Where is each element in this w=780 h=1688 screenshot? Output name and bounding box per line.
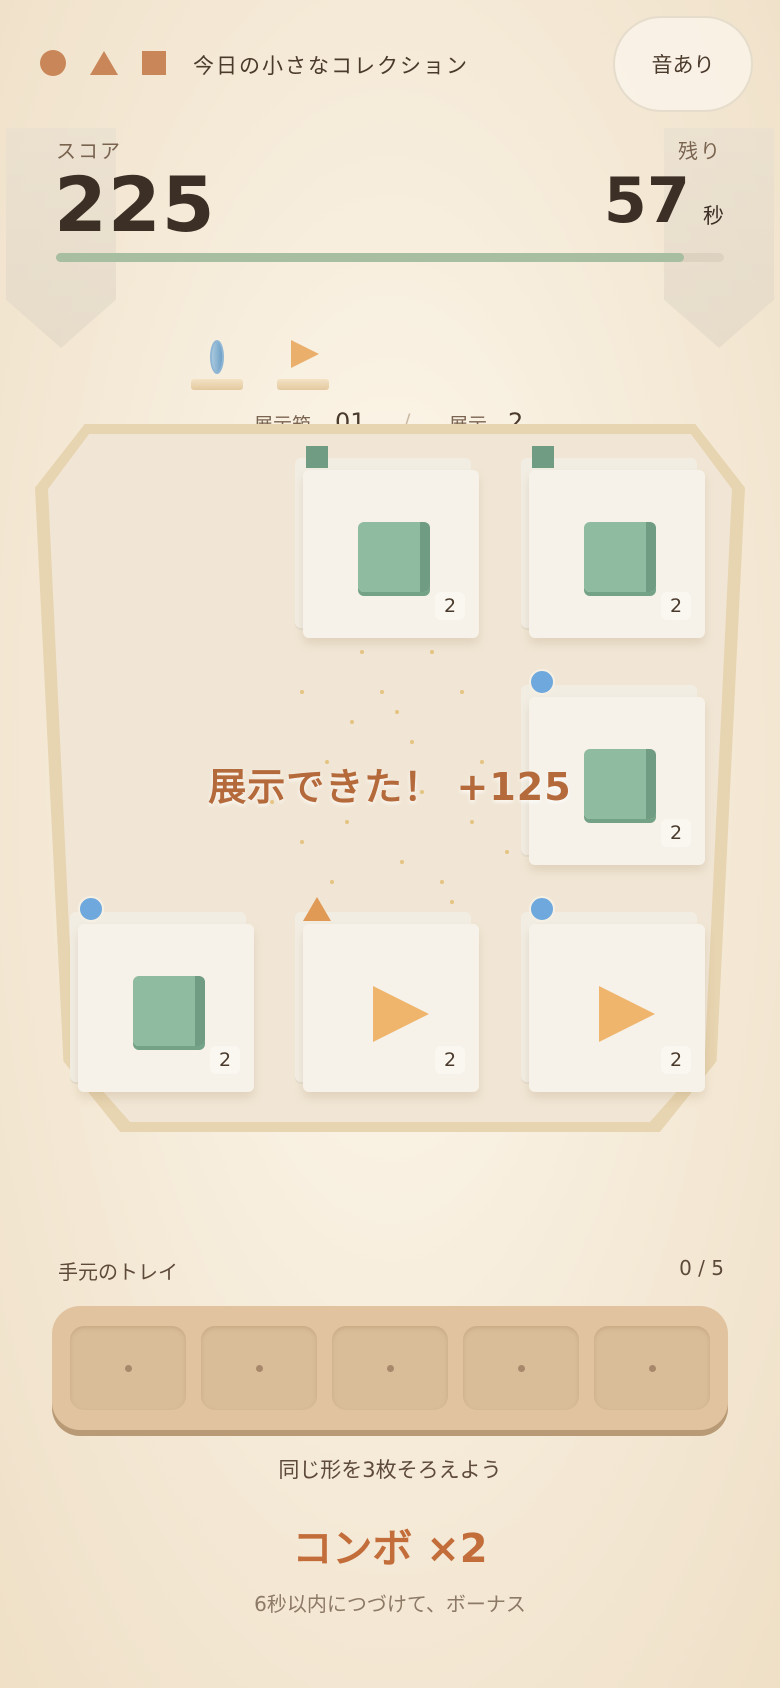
score-value: 225 xyxy=(54,160,216,249)
tray-slot[interactable] xyxy=(201,1326,317,1410)
sound-toggle-button[interactable]: 音あり xyxy=(613,16,753,112)
tray-slot[interactable] xyxy=(332,1326,448,1410)
tray-slot[interactable] xyxy=(70,1326,186,1410)
triangle-marker-icon xyxy=(303,897,331,921)
tile-face: 2 xyxy=(78,924,254,1092)
hint-text: 同じ形を3枚そろえよう xyxy=(278,1458,502,1482)
time-remaining-label: 残り xyxy=(678,139,722,163)
tile-count: 2 xyxy=(210,1046,240,1074)
pedestal-ring xyxy=(191,330,243,390)
tile-cube-1[interactable]: 2 xyxy=(295,458,483,650)
circle-marker-icon xyxy=(78,896,104,922)
tile-cube-2[interactable]: 2 xyxy=(521,458,709,650)
square-icon xyxy=(142,51,166,75)
tile-face: 2 xyxy=(529,924,705,1092)
sparkle-dot xyxy=(350,720,354,724)
tray-slot[interactable] xyxy=(463,1326,579,1410)
combo-counter: コンボ ×2 xyxy=(292,1526,488,1572)
time-remaining-value: 57 xyxy=(603,164,690,237)
sparkle-dot xyxy=(330,880,334,884)
sparkle-dot xyxy=(430,650,434,654)
sparkle-dot xyxy=(380,690,384,694)
cone-icon xyxy=(291,340,319,368)
empty-slot-dot xyxy=(386,1364,394,1372)
sparkle-dot xyxy=(400,860,404,864)
sparkle-dot xyxy=(345,820,349,824)
cone-icon xyxy=(599,986,655,1042)
empty-slot-dot xyxy=(255,1364,263,1372)
circle-marker-icon xyxy=(529,669,555,695)
empty-slot-dot xyxy=(648,1364,656,1372)
sparkle-dot xyxy=(470,820,474,824)
cube-icon xyxy=(358,522,430,592)
combo-note: 6秒以内につづけて、ボーナス xyxy=(254,1592,526,1616)
sparkle-dot xyxy=(300,840,304,844)
ring-icon xyxy=(210,340,224,374)
display-success-feedback: 展示できた！ +125 xyxy=(208,765,572,809)
hand-tray xyxy=(52,1306,728,1430)
time-unit: 秒 xyxy=(703,204,724,228)
empty-slot-dot xyxy=(124,1364,132,1372)
pedestal-base xyxy=(277,379,329,390)
triangle-icon xyxy=(90,51,118,75)
tile-face: 2 xyxy=(529,470,705,638)
collection-shapes xyxy=(40,50,166,76)
tile-count: 2 xyxy=(435,592,465,620)
tile-count: 2 xyxy=(435,1046,465,1074)
empty-slot-dot xyxy=(517,1364,525,1372)
cube-icon xyxy=(584,522,656,592)
sparkle-dot xyxy=(505,850,509,854)
pedestal-base xyxy=(191,379,243,390)
cone-icon xyxy=(373,986,429,1042)
sparkle-dot xyxy=(460,690,464,694)
cube-icon xyxy=(584,749,656,819)
tile-count: 2 xyxy=(661,592,691,620)
tile-face: 2 xyxy=(303,470,479,638)
sparkle-dot xyxy=(395,710,399,714)
circle-marker-icon xyxy=(529,896,555,922)
tile-face: 2 xyxy=(303,924,479,1092)
square-marker-icon xyxy=(306,446,328,468)
time-progress-bar xyxy=(56,253,724,262)
square-marker-icon xyxy=(532,446,554,468)
sparkle-dot xyxy=(360,650,364,654)
tile-cube-4[interactable]: 2 xyxy=(70,912,258,1104)
sparkle-dot xyxy=(440,880,444,884)
pedestal-cone xyxy=(277,330,329,390)
tile-count: 2 xyxy=(661,1046,691,1074)
tray-count: 0 / 5 xyxy=(679,1256,724,1280)
tile-cone-1[interactable]: 2 xyxy=(295,912,483,1104)
cube-icon xyxy=(133,976,205,1046)
tile-cone-2[interactable]: 2 xyxy=(521,912,709,1104)
collection-title: 今日の小さなコレクション xyxy=(193,54,469,78)
sparkle-dot xyxy=(450,900,454,904)
tile-count: 2 xyxy=(661,819,691,847)
circle-icon xyxy=(40,50,66,76)
sparkle-dot xyxy=(410,740,414,744)
time-progress-fill xyxy=(56,253,684,262)
tray-slot[interactable] xyxy=(594,1326,710,1410)
sparkle-dot xyxy=(300,690,304,694)
tray-label: 手元のトレイ xyxy=(58,1260,178,1284)
